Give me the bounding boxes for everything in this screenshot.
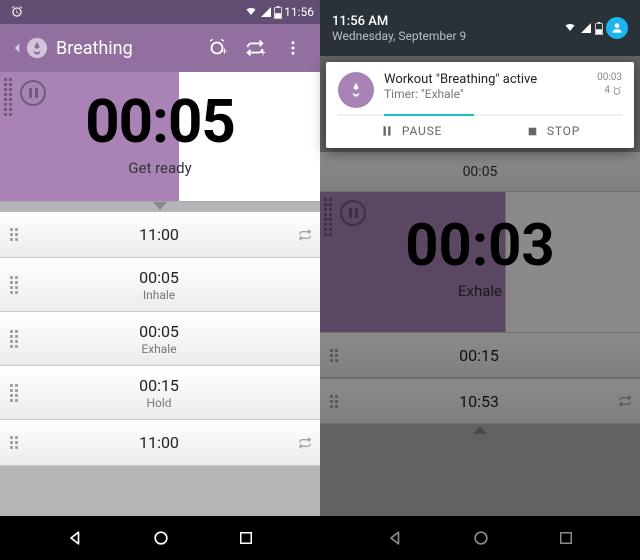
overflow-menu-button[interactable] [274,24,312,72]
status-time: 11:56 [284,5,314,19]
timer-row[interactable]: 00:05Exhale [0,312,320,366]
repeat-add-button[interactable]: + [236,24,274,72]
timer-row: 10:53 [320,378,640,424]
drag-handle-icon[interactable] [0,228,28,241]
drag-handle-icon[interactable] [0,276,28,294]
nav-recents-button[interactable] [237,529,255,547]
pause-icon [380,124,394,138]
app-bar: Breathing + + [0,24,320,72]
pause-button [340,200,366,226]
empty-area [0,466,320,516]
pause-button[interactable] [20,80,46,106]
drag-handle-icon [324,198,332,236]
current-timer-zone[interactable]: 00:05 Get ready [0,72,320,202]
timer-row[interactable]: 00:05Inhale [0,258,320,312]
row-time: 11:00 [28,225,290,244]
signal-icon [580,22,592,34]
current-timer-zone: 00:03 Exhale [320,192,640,332]
position-marker [320,424,640,434]
nav-bar [0,516,320,560]
nav-recents-button[interactable] [557,529,575,547]
notification-pause-button[interactable]: PAUSE [380,124,442,138]
notification-subtitle: Timer: "Exhale" [384,87,597,101]
row-label: Exhale [28,342,290,356]
row-time: 00:15 [28,376,290,395]
notification-app-icon [338,72,374,108]
current-timer-time: 00:03 [320,192,640,280]
left-screen: 11:56 Breathing + + 00:05 Get ready 11:0… [0,0,320,560]
drag-handle-icon[interactable] [4,78,12,116]
stop-icon [526,125,539,138]
timer-row[interactable]: 11:00 [0,212,320,258]
preview-row: 00:05 [320,152,640,192]
row-label: Hold [28,396,290,410]
right-screen: 00:05 00:03 Exhale 00:15 10:53 [320,0,640,560]
drag-handle-icon[interactable] [0,384,28,402]
timer-row[interactable]: 00:15Hold [0,366,320,420]
timer-row[interactable]: 11:00 [0,420,320,466]
position-marker [0,202,320,212]
alarm-icon [612,86,622,96]
notification-shade-header[interactable]: 11:56 AM Wednesday, September 9 [320,0,640,56]
shade-date: Wednesday, September 9 [332,29,466,43]
nav-home-button[interactable] [471,528,491,548]
battery-icon [595,22,603,35]
back-button[interactable] [8,37,48,59]
current-timer-time: 00:05 [0,72,320,157]
svg-text:+: + [222,46,228,57]
shade-time: 11:56 AM [332,14,466,29]
row-label: Inhale [28,288,290,302]
row-time: 00:05 [28,322,290,341]
notification-stop-button[interactable]: STOP [526,124,580,138]
repeat-icon [610,393,640,409]
wifi-icon [244,6,258,18]
row-time: 11:00 [28,433,290,452]
nav-home-button[interactable] [151,528,171,548]
app-title: Breathing [56,38,133,59]
alarm-icon [10,5,24,19]
repeat-icon[interactable] [290,227,320,243]
notification-count: 4 [604,85,610,96]
repeat-icon[interactable] [290,435,320,451]
add-alarm-button[interactable]: + [198,24,236,72]
nav-bar [320,516,640,560]
current-timer-label: Exhale [320,282,640,300]
status-bar: 11:56 [0,0,320,24]
notification-card[interactable]: Workout "Breathing" active Timer: "Exhal… [326,62,634,148]
nav-back-button[interactable] [386,528,406,548]
battery-icon [274,6,282,19]
drag-handle-icon[interactable] [0,436,28,449]
timer-row: 00:15 [320,332,640,378]
nav-back-button[interactable] [66,528,86,548]
signal-icon [260,6,272,18]
notification-elapsed: 00:03 [597,72,622,83]
drag-handle-icon[interactable] [0,330,28,348]
current-timer-label: Get ready [0,159,320,177]
notification-title: Workout "Breathing" active [384,72,597,87]
wifi-icon [563,22,577,34]
progress-bar [338,114,622,116]
app-logo-icon [26,37,48,59]
row-time: 00:05 [28,268,290,287]
user-avatar-icon[interactable] [606,17,628,39]
